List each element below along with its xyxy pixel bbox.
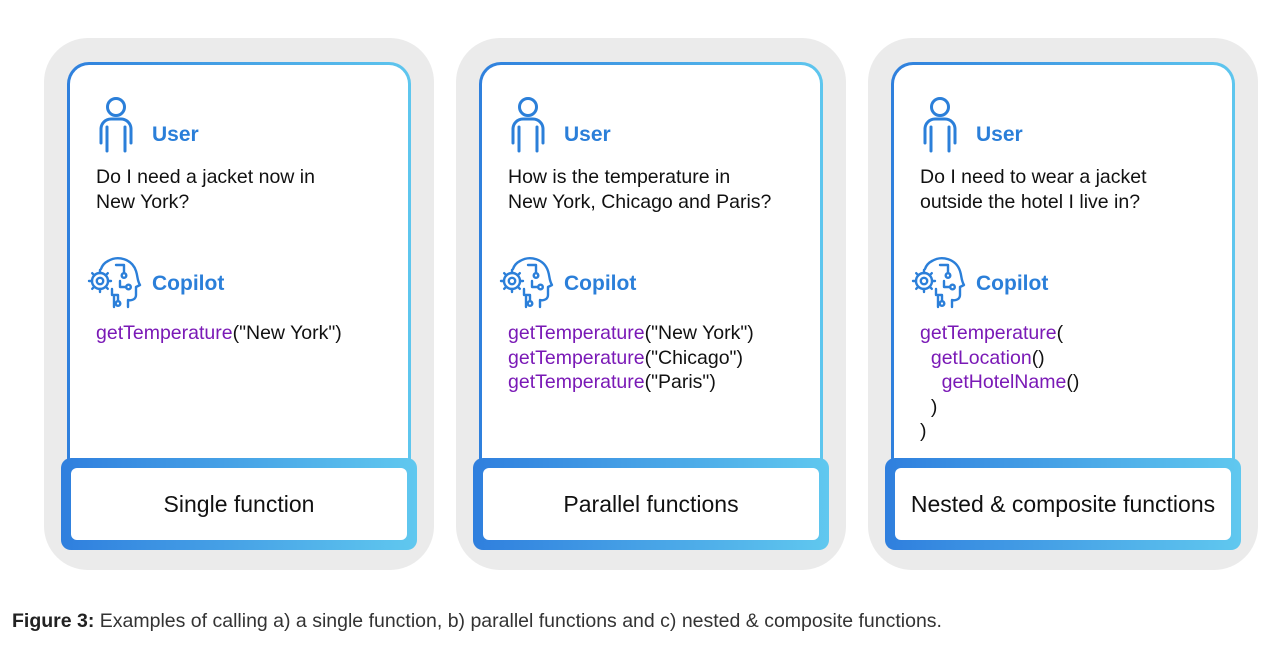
function-call-code: getTemperature("New York") getTemperature… (508, 321, 754, 395)
ai-head-gear-icon (84, 251, 142, 309)
question-line: New York? (96, 191, 190, 213)
user-label: User (152, 123, 199, 146)
function-args: ( (1056, 322, 1064, 344)
panel-card-body: User Do I need a jacket now in New York? Co… (70, 65, 408, 490)
function-args: ("New York") (232, 322, 342, 344)
function-args: ) (930, 395, 938, 418)
footer-label: Nested & composite functions (895, 468, 1231, 540)
function-name: getTemperature (96, 322, 233, 344)
function-name: getTemperature (508, 322, 645, 344)
ai-head-gear-icon (908, 251, 966, 309)
function-args: () (1066, 371, 1080, 393)
panel-footer: Single function (61, 458, 417, 550)
copilot-label: Copilot (564, 272, 637, 295)
user-question: How is the temperature in New York, Chica… (508, 165, 808, 215)
function-args: () (1031, 346, 1045, 369)
user-icon (98, 97, 134, 153)
caption-label: Figure 3: (12, 610, 95, 632)
function-args: ) (920, 420, 927, 442)
question-line: Do I need to wear a jacket (920, 166, 1147, 188)
function-name: getTemperature (508, 371, 645, 393)
function-name: getTemperature (920, 322, 1057, 344)
user-question: Do I need to wear a jacket outside the ho… (920, 165, 1220, 215)
panel-footer: Parallel functions (473, 458, 829, 550)
figure-caption: Figure 3: Examples of calling a) a singl… (12, 610, 942, 633)
copilot-label: Copilot (152, 272, 225, 295)
question-line: How is the temperature in (508, 166, 731, 188)
function-args: ("New York") (644, 322, 754, 344)
code-line: ) (920, 395, 1079, 420)
code-line: getTemperature("New York") (508, 321, 754, 346)
code-line: ) (920, 419, 1079, 444)
panel-card: User How is the temperature in New York, C… (479, 62, 823, 490)
panel-card: User Do I need to wear a jacket outside th… (891, 62, 1235, 490)
code-line: getLocation() (920, 346, 1079, 371)
function-name: getHotelName (941, 371, 1067, 393)
user-label: User (564, 123, 611, 146)
ai-head-gear-icon (496, 251, 554, 309)
panel-footer: Nested & composite functions (885, 458, 1241, 550)
function-args: ("Paris") (644, 371, 716, 393)
function-name: getTemperature (508, 346, 645, 369)
footer-label: Single function (71, 468, 407, 540)
copilot-label: Copilot (976, 272, 1049, 295)
function-name: getLocation (930, 346, 1032, 369)
code-line: getTemperature("New York") (96, 321, 342, 346)
user-label: User (976, 123, 1023, 146)
function-call-code: getTemperature("New York") (96, 321, 342, 346)
user-icon (922, 97, 958, 153)
panel-card-body: User Do I need to wear a jacket outside th… (894, 65, 1232, 490)
caption-text: Examples of calling a) a single function… (94, 610, 942, 632)
code-line: getTemperature( (920, 321, 1079, 346)
code-line: getTemperature("Chicago") (508, 346, 754, 371)
question-line: New York, Chicago and Paris? (508, 191, 772, 213)
user-question: Do I need a jacket now in New York? (96, 165, 396, 215)
panel-card-body: User How is the temperature in New York, C… (482, 65, 820, 490)
function-args: ("Chicago") (644, 346, 743, 369)
user-icon (510, 97, 546, 153)
function-call-code: getTemperature( getLocation() getHotelNa… (920, 321, 1079, 444)
panel-card: User Do I need a jacket now in New York? Co… (67, 62, 411, 490)
question-line: outside the hotel I live in? (920, 191, 1141, 213)
code-line: getHotelName() (920, 370, 1080, 395)
question-line: Do I need a jacket now in (96, 166, 315, 188)
code-line: getTemperature("Paris") (508, 370, 754, 395)
footer-label: Parallel functions (483, 468, 819, 540)
